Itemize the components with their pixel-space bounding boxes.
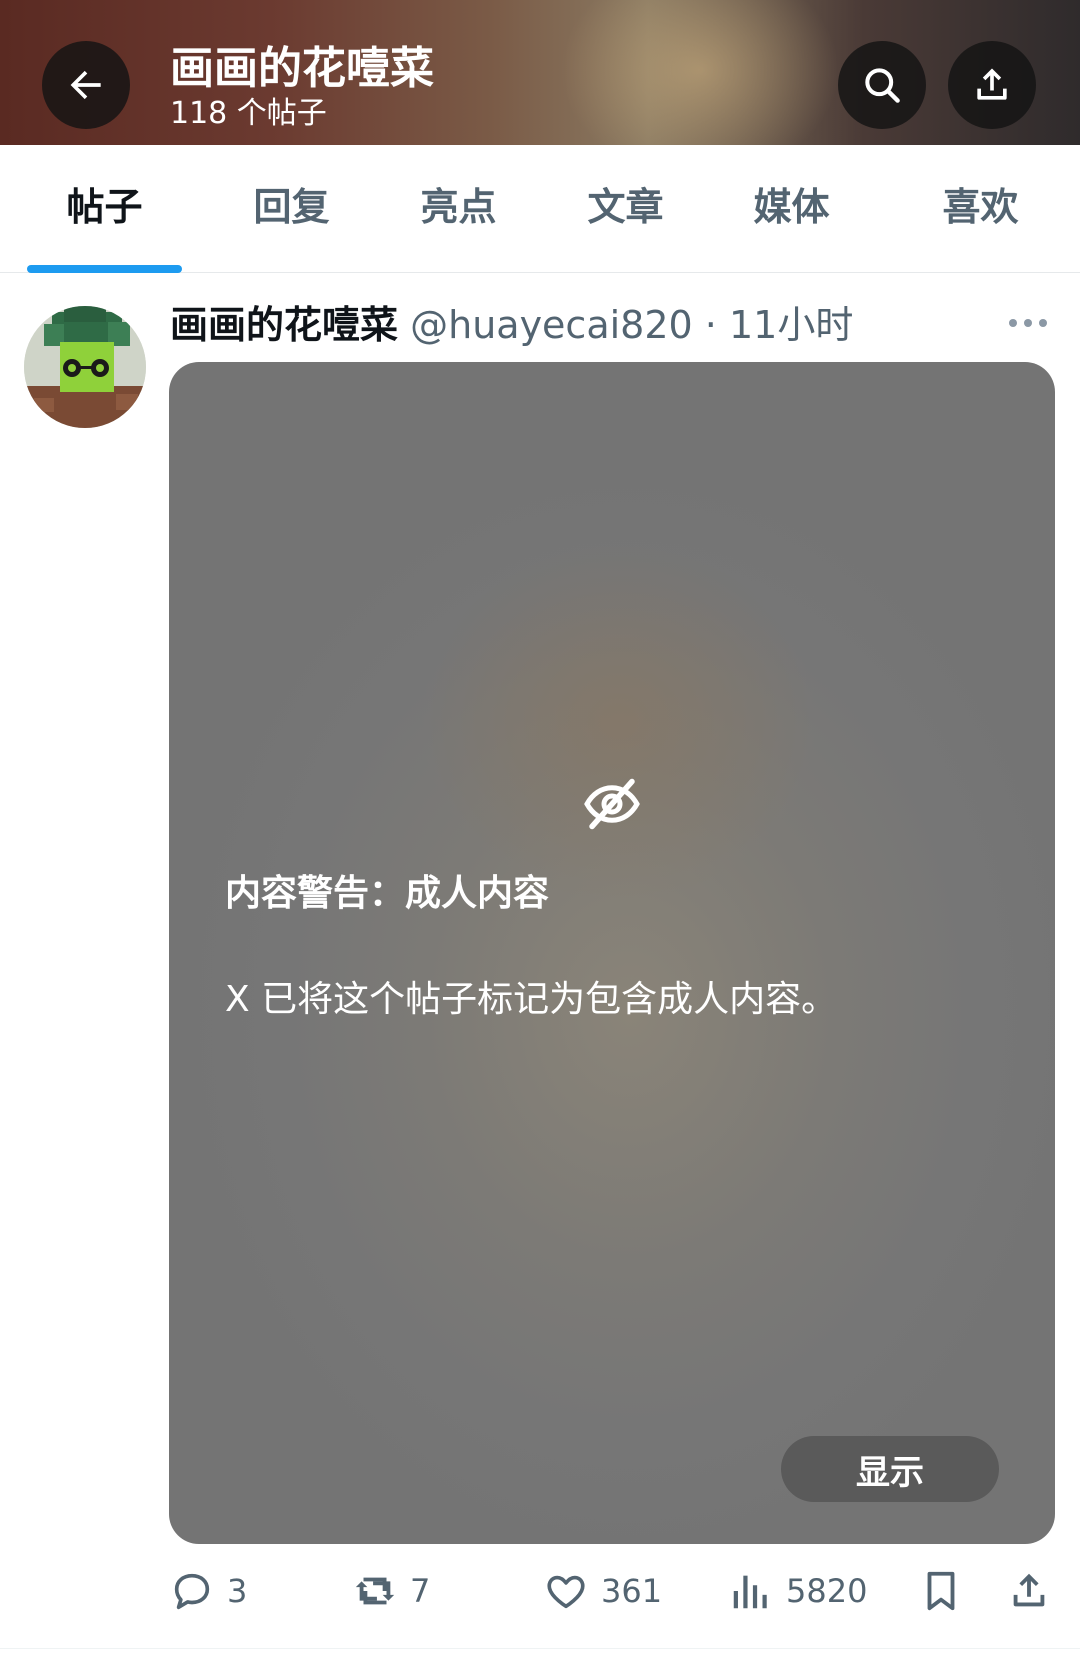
views-icon (733, 1575, 767, 1609)
avatar[interactable] (24, 306, 146, 428)
tab-posts[interactable]: 帖子 (27, 185, 182, 229)
repost-button[interactable]: 7 (352, 1568, 430, 1614)
post-handle[interactable]: @huayecai820 (410, 303, 693, 347)
bookmark-button[interactable] (918, 1568, 964, 1614)
tab-likes[interactable]: 喜欢 (903, 185, 1058, 229)
post-display-name[interactable]: 画画的花噎菜 (170, 303, 398, 347)
post-time[interactable]: 11小时 (729, 303, 853, 347)
reply-button[interactable]: 3 (169, 1568, 247, 1614)
repost-icon (355, 1577, 395, 1605)
tab-highlights[interactable]: 亮点 (381, 185, 536, 229)
tab-media[interactable]: 媒体 (714, 185, 869, 229)
content-warning-text: X 已将这个帖子标记为包含成人内容。 (225, 979, 838, 1020)
back-arrow-icon (70, 70, 101, 100)
repost-count: 7 (410, 1572, 431, 1610)
sensitive-media[interactable]: 内容警告：成人内容 X 已将这个帖子标记为包含成人内容。 显示 (169, 362, 1055, 1544)
post-separator: · (704, 303, 717, 347)
header-title-block: 画画的花噎菜 118 个帖子 (170, 44, 434, 132)
reply-count: 3 (227, 1572, 248, 1610)
more-button[interactable] (1006, 312, 1050, 334)
eye-slash-icon (584, 778, 640, 830)
share-post-button[interactable] (1006, 1568, 1052, 1614)
view-count: 5820 (786, 1572, 868, 1610)
like-icon (547, 1575, 585, 1609)
show-media-button[interactable]: 显示 (781, 1436, 999, 1502)
views-button[interactable]: 5820 (728, 1568, 867, 1614)
profile-tabs: 帖子 回复 亮点 文章 媒体 喜欢 (0, 145, 1080, 273)
like-button[interactable]: 361 (543, 1568, 662, 1614)
reply-icon (174, 1573, 210, 1610)
content-warning-title: 内容警告：成人内容 (225, 873, 550, 914)
search-icon (865, 68, 900, 103)
search-button[interactable] (838, 41, 926, 129)
tab-replies[interactable]: 回复 (214, 185, 369, 229)
profile-header: 画画的花噎菜 118 个帖子 (0, 0, 1080, 145)
bookmark-icon (927, 1571, 955, 1611)
more-icon (1009, 319, 1047, 327)
avatar-image (24, 306, 146, 428)
share-icon (1013, 1573, 1045, 1607)
share-icon (977, 68, 1007, 100)
active-tab-indicator (27, 265, 182, 273)
share-profile-button[interactable] (948, 41, 1036, 129)
divider (0, 1648, 1080, 1649)
header-display-name: 画画的花噎菜 (170, 43, 434, 94)
header-post-count: 118 个帖子 (170, 96, 327, 131)
blurred-image (419, 542, 819, 902)
tab-articles[interactable]: 文章 (548, 185, 703, 229)
back-button[interactable] (42, 41, 130, 129)
like-count: 361 (601, 1572, 663, 1610)
post-header: 画画的花噎菜 @huayecai820 · 11小时 (170, 300, 853, 350)
post-actions: 3 7 361 5820 (0, 1560, 1080, 1620)
